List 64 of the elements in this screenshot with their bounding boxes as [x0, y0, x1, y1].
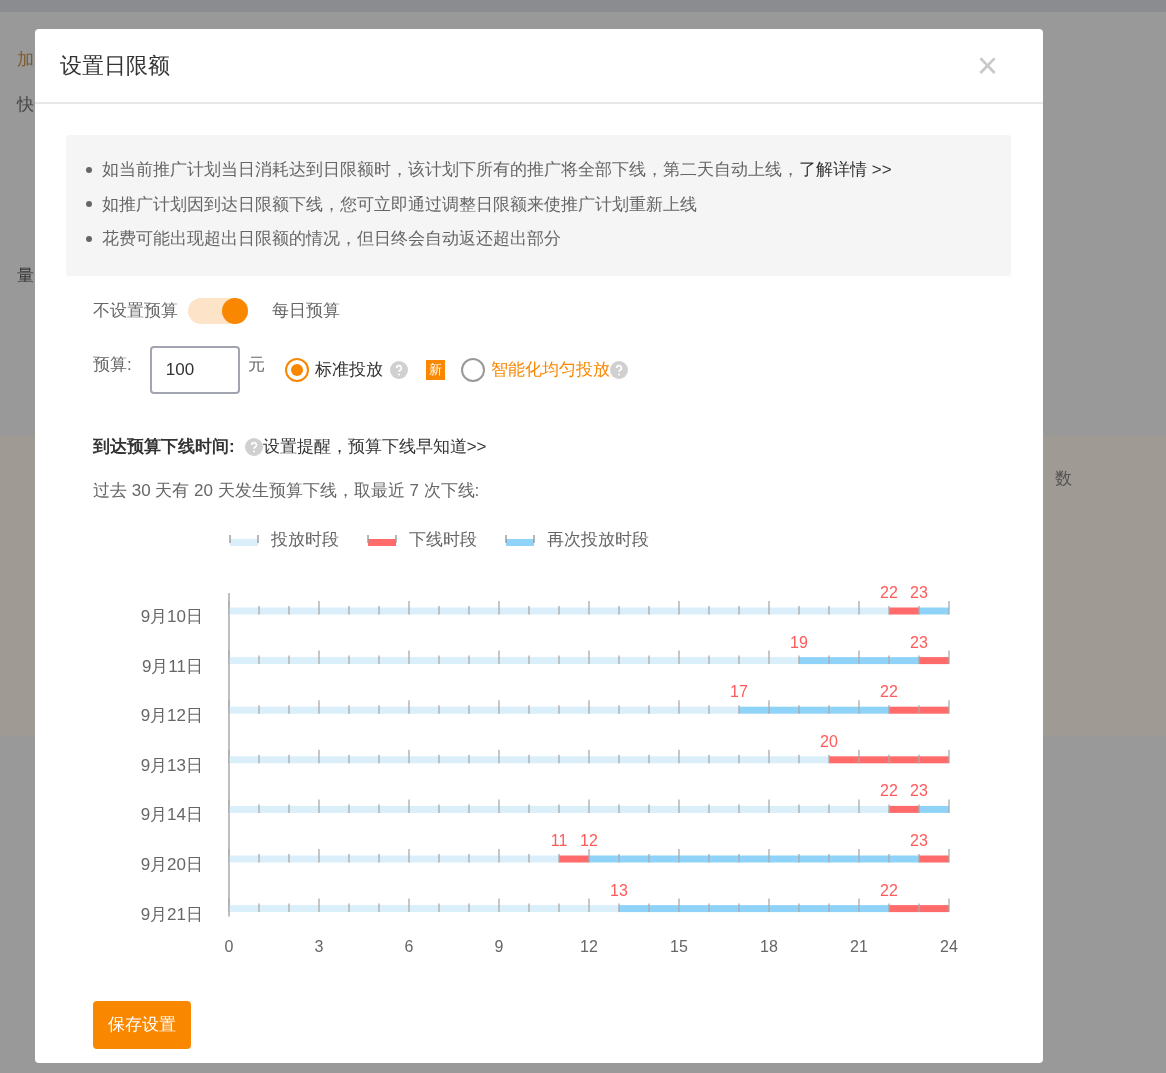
- unit-label: 元: [247, 354, 265, 377]
- axis-label: 21: [850, 937, 868, 955]
- data-label: 13: [610, 881, 628, 899]
- budget-label: 预算:: [93, 354, 132, 377]
- reminder-link[interactable]: 设置提醒，预算下线早知道>>: [262, 434, 487, 460]
- budget-field[interactable]: 100: [149, 346, 240, 394]
- background-text: 快: [17, 94, 34, 116]
- help-icon[interactable]: [389, 361, 408, 379]
- legend-label: 再次投放时段: [547, 529, 649, 551]
- row-label: 9月13日: [140, 755, 203, 775]
- notice-text: 如当前推广计划当日消耗达到日限额时，该计划下所有的推广将全部下线，第二天自动上线，了解详情 >>: [102, 159, 892, 181]
- data-label: 12: [580, 831, 598, 849]
- budget-switch[interactable]: [188, 298, 248, 324]
- data-label: 23: [910, 831, 928, 849]
- data-label: 23: [910, 633, 928, 651]
- bullet-icon: [86, 166, 92, 173]
- data-label: 22: [880, 881, 898, 899]
- switch-label: 不设置预算: [93, 300, 178, 323]
- switch-label: 每日预算: [272, 300, 340, 323]
- row-label: 9月20日: [140, 854, 203, 874]
- data-label: 20: [820, 732, 838, 750]
- row-label: 9月10日: [140, 606, 203, 626]
- row-label: 9月12日: [140, 705, 203, 725]
- row-label: 9月14日: [140, 804, 203, 824]
- row-label: 9月21日: [140, 904, 203, 924]
- notice-text: 花费可能出现超出日限额的情况，但日终会自动返还超出部分: [102, 228, 561, 250]
- data-label: 22: [880, 682, 898, 700]
- axis-label: 3: [314, 937, 324, 955]
- dialog-title: 设置日限额: [60, 52, 170, 80]
- radio-button[interactable]: [284, 358, 309, 382]
- data-label: 23: [910, 583, 928, 601]
- radio-button[interactable]: [460, 358, 485, 382]
- data-label: 22: [880, 583, 898, 601]
- section-title: 到达预算下线时间:: [93, 436, 235, 458]
- legend-swatch: [367, 533, 397, 546]
- background-text: 加: [17, 48, 34, 71]
- bullet-icon: [86, 201, 92, 208]
- axis-label: 18: [760, 937, 778, 955]
- notice-text: 如推广计划因到达日限额下线，您可立即通过调整日限额来使推广计划重新上线: [102, 193, 697, 216]
- axis-label: 12: [580, 937, 598, 955]
- data-label: 19: [790, 633, 808, 651]
- summary-text: 过去 30 天有 20 天发生预算下线，取最近 7 次下线:: [93, 479, 481, 502]
- axis-label: 6: [404, 937, 414, 955]
- legend-swatch: [229, 533, 259, 546]
- new-badge: 新: [425, 360, 445, 380]
- data-label: 23: [910, 781, 928, 799]
- data-label: 11: [550, 831, 568, 849]
- axis-label: 0: [224, 937, 234, 955]
- help-icon[interactable]: [244, 437, 263, 456]
- background-text: 数: [1055, 468, 1072, 490]
- help-icon[interactable]: [609, 361, 628, 379]
- data-label: 17: [730, 682, 748, 700]
- axis-label: 24: [940, 937, 958, 955]
- radio-label[interactable]: 标准投放: [314, 357, 383, 383]
- legend-label: 投放时段: [271, 529, 339, 551]
- axis-label: 9: [494, 937, 504, 955]
- legend-swatch: [505, 533, 535, 546]
- axis-label: 15: [670, 937, 688, 955]
- legend-label: 下线时段: [409, 529, 477, 551]
- data-label: 22: [880, 781, 898, 799]
- details-link[interactable]: 了解详情 >>: [799, 160, 892, 179]
- bullet-icon: [86, 235, 92, 242]
- background-text: 量: [17, 264, 34, 287]
- row-label: 9月11日: [141, 656, 203, 676]
